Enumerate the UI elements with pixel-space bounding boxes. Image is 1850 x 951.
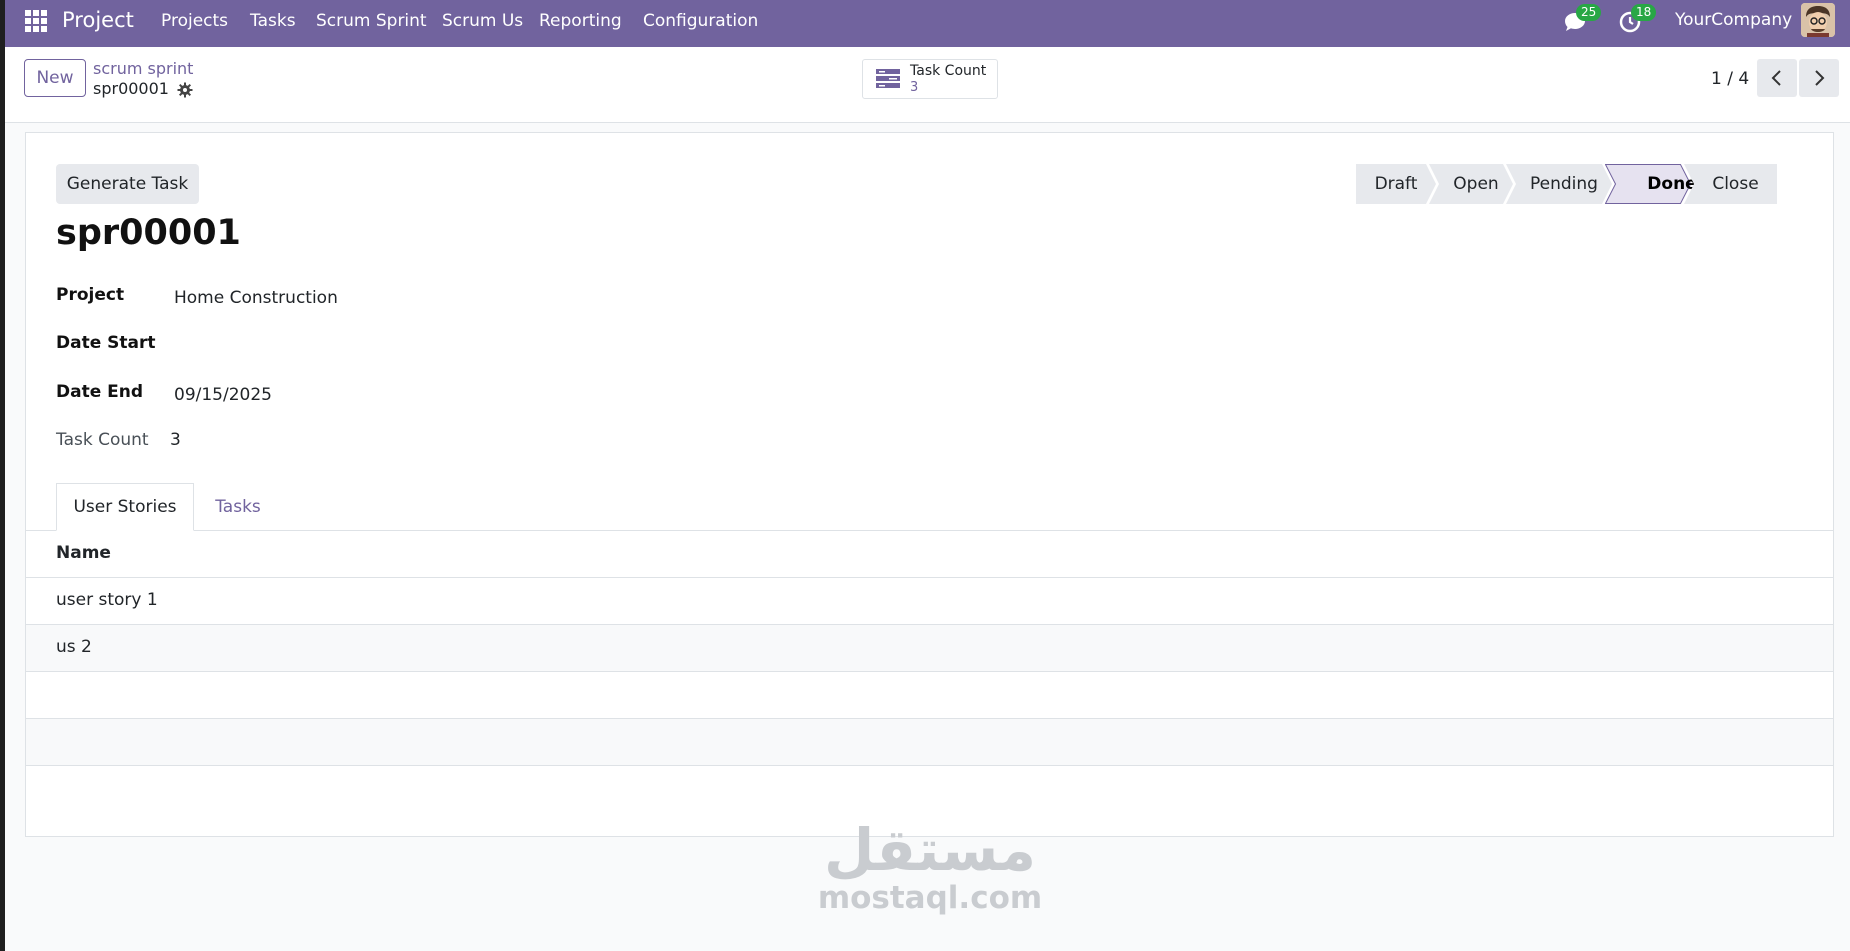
app-menu-icon[interactable] — [25, 10, 47, 32]
project-label: Project — [56, 285, 125, 305]
row-name[interactable]: user story 1 — [56, 590, 158, 610]
notebook-tabs: User Stories Tasks — [26, 483, 1833, 531]
gear-icon[interactable] — [177, 82, 193, 98]
user-avatar[interactable] — [1801, 3, 1835, 37]
menu-tasks[interactable]: Tasks — [250, 11, 296, 31]
watermark: مستقل mostaql.com — [805, 820, 1055, 916]
user-stories-list: Name user story 1 us 2 — [26, 531, 1833, 836]
table-row[interactable]: user story 1 — [26, 578, 1833, 625]
list-header: Name — [26, 531, 1833, 578]
menu-scrum-us[interactable]: Scrum Us — [442, 11, 523, 31]
messages-badge: 25 — [1576, 4, 1602, 21]
stage-open[interactable]: Open — [1429, 164, 1513, 204]
breadcrumb-current: spr00001 — [93, 79, 169, 98]
pager-value[interactable]: 1 / 4 — [1711, 69, 1749, 89]
menu-projects[interactable]: Projects — [161, 11, 228, 31]
stage-pending[interactable]: Pending — [1506, 164, 1612, 204]
tab-user-stories[interactable]: User Stories — [56, 483, 194, 531]
watermark-latin: mostaql.com — [817, 880, 1043, 916]
pager-previous-button[interactable] — [1757, 59, 1797, 97]
pager-next-button[interactable] — [1799, 59, 1839, 97]
form-sheet: Generate Task Draft Open Pending Done Cl… — [25, 132, 1834, 837]
company-switcher[interactable]: YourCompany — [1675, 10, 1792, 30]
date-start-label: Date Start — [56, 333, 156, 353]
control-panel: New scrum sprint spr00001 Task Count 3 1… — [5, 47, 1850, 123]
app-name[interactable]: Project — [62, 8, 134, 32]
breadcrumb-parent[interactable]: scrum sprint — [93, 59, 193, 78]
stage-draft[interactable]: Draft — [1356, 164, 1436, 204]
stage-close[interactable]: Close — [1684, 164, 1777, 204]
table-row[interactable]: us 2 — [26, 625, 1833, 672]
row-name[interactable]: us 2 — [56, 637, 92, 657]
status-bar: Draft Open Pending Done Close — [1356, 164, 1777, 204]
task-count-field: 3 — [170, 430, 181, 450]
new-button[interactable]: New — [24, 59, 86, 97]
menu-configuration[interactable]: Configuration — [643, 11, 758, 31]
smart-button-value: 3 — [910, 80, 919, 95]
record-title[interactable]: spr00001 — [56, 213, 241, 253]
project-field[interactable]: Home Construction — [174, 288, 338, 308]
task-count-smart-button[interactable]: Task Count 3 — [862, 59, 998, 99]
empty-row — [26, 672, 1833, 719]
date-end-field[interactable]: 09/15/2025 — [174, 385, 272, 405]
activities-badge: 18 — [1631, 4, 1657, 21]
menu-reporting[interactable]: Reporting — [539, 11, 622, 31]
tasks-stack-icon — [876, 69, 900, 88]
smart-button-label: Task Count — [910, 63, 987, 79]
generate-task-button[interactable]: Generate Task — [56, 164, 199, 204]
empty-row — [26, 719, 1833, 766]
menu-scrum-sprint[interactable]: Scrum Sprint — [316, 11, 427, 31]
tab-tasks[interactable]: Tasks — [194, 483, 282, 531]
date-start-field[interactable] — [174, 336, 374, 358]
chevron-left-icon — [1771, 70, 1781, 86]
column-name-header[interactable]: Name — [56, 543, 111, 563]
top-navbar: Project Projects Tasks Scrum Sprint Scru… — [5, 0, 1850, 47]
chevron-right-icon — [1815, 70, 1825, 86]
watermark-arabic: مستقل — [823, 816, 1037, 884]
date-end-label: Date End — [56, 382, 144, 402]
task-count-label: Task Count — [56, 430, 149, 450]
